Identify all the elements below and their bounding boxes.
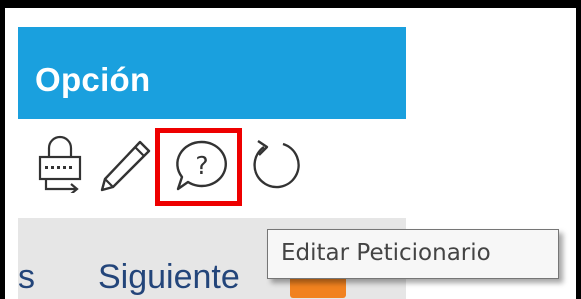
- tooltip: Editar Peticionario: [267, 229, 559, 279]
- screenshot-frame: Opción ? s Siguiente Editar Peticionario: [0, 0, 581, 299]
- next-button-label[interactable]: Siguiente: [98, 258, 240, 297]
- tooltip-text: Editar Peticionario: [281, 240, 491, 266]
- options-header: Opción: [18, 27, 406, 119]
- previous-button-label[interactable]: s: [18, 258, 35, 297]
- refresh-icon[interactable]: [247, 136, 305, 194]
- lock-icon[interactable]: [36, 131, 84, 195]
- help-icon-highlight: [155, 128, 242, 206]
- pencil-icon[interactable]: [98, 137, 154, 193]
- options-header-title: Opción: [35, 61, 151, 98]
